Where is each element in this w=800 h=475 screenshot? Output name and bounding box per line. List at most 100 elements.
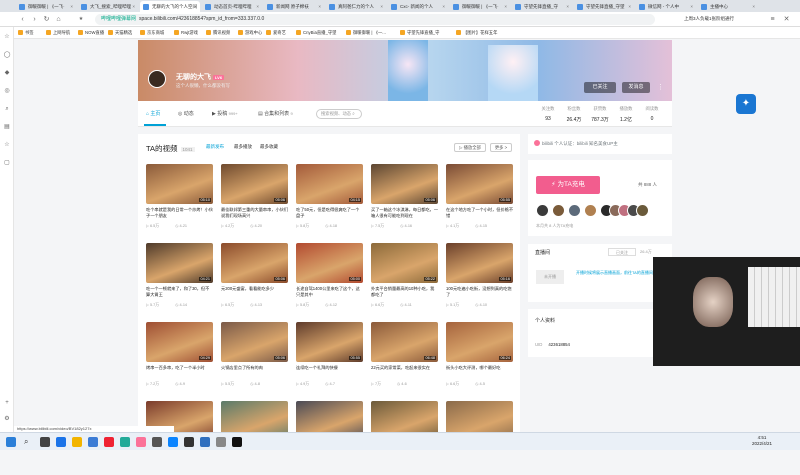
- chat-icon[interactable]: ◯: [3, 51, 11, 59]
- download-icon[interactable]: ▢: [3, 159, 11, 167]
- video-thumbnail[interactable]: 05:00: [296, 243, 363, 283]
- settings-side-icon[interactable]: ⚙: [3, 415, 11, 423]
- tab-close-icon[interactable]: ×: [132, 1, 135, 12]
- bookmark-item[interactable]: 书签: [18, 29, 34, 37]
- home-icon[interactable]: ⌂: [54, 15, 63, 24]
- video-thumbnail[interactable]: 05:55: [296, 322, 363, 362]
- video-thumbnail[interactable]: 05:06: [371, 164, 438, 204]
- video-thumbnail[interactable]: 04:21: [146, 243, 213, 283]
- video-card[interactable]: 05:00 长途自驾1400公里来吃了这个，这只是其中 ▷ 5.8万 ◷ 4-12: [296, 243, 363, 317]
- video-title[interactable]: 100元吃遍小吃街，没想到真的吃饱了: [446, 286, 513, 300]
- game-icon[interactable]: ◆: [3, 69, 11, 77]
- charge-button[interactable]: ⚡ 为TA充电: [536, 176, 600, 194]
- more-videos-button[interactable]: 更多 >: [490, 143, 512, 152]
- tab-close-icon[interactable]: ×: [752, 1, 755, 12]
- menu-icon[interactable]: ≡: [768, 15, 777, 24]
- video-title[interactable]: 烤串一百多串，吃了一个半小时: [146, 365, 213, 379]
- tab-collections[interactable]: ▤ 合集和列表 9: [258, 110, 293, 117]
- bookmark-item[interactable]: NOW直播: [78, 29, 104, 37]
- video-thumbnail[interactable]: 05:16: [446, 243, 513, 283]
- browser-tab[interactable]: 真阿爸仁力的个人 ×: [326, 1, 386, 12]
- browser-tab[interactable]: 守望先锋直播_守望 ×: [574, 1, 634, 12]
- search-side-icon[interactable]: ⌕: [3, 105, 11, 113]
- explorer-icon[interactable]: [72, 437, 82, 447]
- taskview-icon[interactable]: [40, 437, 50, 447]
- video-card[interactable]: 05:16 100元吃遍小吃街，没想到真的吃饱了 ▷ 5.1万 ◷ 4-10: [446, 243, 513, 317]
- stat-item[interactable]: 获赞数 787.3万: [590, 106, 610, 123]
- video-title[interactable]: 买了一箱这个冰淇淋，每日都吃，一箱人很有可能吃到现在: [371, 207, 438, 221]
- app-gray-icon[interactable]: [216, 437, 226, 447]
- play-all-button[interactable]: ▷ 播放全部: [454, 143, 486, 152]
- browser-tab[interactable]: 微信网 - 个人中 ×: [636, 1, 696, 12]
- fan-avatar[interactable]: [584, 204, 597, 217]
- video-card[interactable]: 04:15 吃了50元，但是吃得很爽吃了一个盘子 ▷ 5.8万 ◷ 4-18: [296, 164, 363, 238]
- avatar[interactable]: [148, 70, 166, 88]
- video-thumbnail[interactable]: 04:29: [146, 322, 213, 362]
- video-card[interactable]: 05:06 火锅店里点了所有的肉 ▷ 5.5万 ◷ 4-8: [221, 322, 288, 396]
- stat-item[interactable]: 阅读数 0: [642, 106, 662, 122]
- tab-close-icon[interactable]: ×: [194, 1, 197, 12]
- tab-dynamic[interactable]: ◎ 动态: [178, 110, 194, 117]
- star-side-icon[interactable]: ☆: [3, 141, 11, 149]
- system-clock[interactable]: 4:51 2022/4/21: [752, 435, 772, 447]
- followed-button[interactable]: 已关注: [584, 82, 616, 93]
- browser-tab[interactable]: 新闻网 原子棉袄 ×: [264, 1, 324, 12]
- video-title[interactable]: 元200元盛宴，看看能吃多少: [221, 286, 288, 300]
- video-card[interactable]: 05:06 最佳联邦第三重的大量串串，小伙们说我们现场高兴 ▷ 4.2万 ◷ 4-20: [221, 164, 288, 238]
- tab-close-icon[interactable]: ×: [504, 1, 507, 12]
- sort-newest[interactable]: 最新发布: [206, 144, 224, 150]
- store-icon[interactable]: [88, 437, 98, 447]
- fan-avatar[interactable]: [568, 204, 581, 217]
- browser-tab[interactable]: 御暖御暖 | 《一飞· ×: [16, 1, 76, 12]
- start-icon[interactable]: [6, 437, 16, 447]
- bookmark-item[interactable]: 上网导航: [46, 29, 70, 37]
- video-title[interactable]: 在这个地方吃了一个小时，但价格不错: [446, 207, 513, 221]
- qq-icon[interactable]: [168, 437, 178, 447]
- video-title[interactable]: 吃了50元，但是吃得很爽吃了一个盘子: [296, 207, 363, 221]
- video-card[interactable]: 05:06 元200元盛宴，看看能吃多少 ▷ 6.5万 ◷ 4-13: [221, 243, 288, 317]
- browser-tab[interactable]: 守望先锋直播_守 ×: [512, 1, 572, 12]
- video-title[interactable]: 吃个串就是我的日常一个炒烤！小伙子一个朋友: [146, 207, 213, 221]
- bookmark-item[interactable]: 守望先锋直播_守: [400, 29, 439, 37]
- app-dark-icon[interactable]: [232, 437, 242, 447]
- video-title[interactable]: 街头小吃大评测，哪个最好吃: [446, 365, 513, 379]
- edge-icon[interactable]: [56, 437, 66, 447]
- settings-taskbar-icon[interactable]: [152, 437, 162, 447]
- video-thumbnail[interactable]: 05:06: [221, 322, 288, 362]
- bookmark-item[interactable]: 腾讯视频: [206, 29, 230, 37]
- video-title[interactable]: 最佳联邦第三重的大量串串，小伙们说我们现场高兴: [221, 207, 288, 221]
- tab-close-icon[interactable]: ×: [690, 1, 693, 12]
- obs-icon[interactable]: [184, 437, 194, 447]
- search-taskbar-icon[interactable]: ⌕: [24, 437, 34, 447]
- weibo-icon[interactable]: ◎: [3, 87, 11, 95]
- browser-tab[interactable]: 主播中心 ×: [698, 1, 758, 12]
- browser-taskbar-icon[interactable]: [200, 437, 210, 447]
- browser-tab[interactable]: 御暖御暖 | 《一飞· ×: [450, 1, 510, 12]
- video-card[interactable]: 06:24 街头小吃大评测，哪个最好吃 ▷ 6.6万 ◷ 4-5: [446, 322, 513, 396]
- tab-close-icon[interactable]: ×: [318, 1, 321, 12]
- add-side-icon[interactable]: +: [3, 399, 11, 407]
- back-icon[interactable]: ‹: [18, 15, 27, 24]
- stat-item[interactable]: 播放数 1.2亿: [616, 106, 636, 123]
- fan-avatar[interactable]: [536, 204, 549, 217]
- video-card[interactable]: 05:06 买了一箱这个冰淇淋，每日都吃，一箱人很有可能吃到现在 ▷ 7.5万 ◷ 4…: [371, 164, 438, 238]
- fan-avatar[interactable]: [552, 204, 565, 217]
- sort-most-played[interactable]: 最多播放: [234, 144, 252, 150]
- fan-avatar[interactable]: [636, 204, 649, 217]
- video-thumbnail[interactable]: 05:06: [221, 243, 288, 283]
- bookmark-item[interactable]: Rwjt游戏: [174, 29, 198, 37]
- bilibili-icon[interactable]: [136, 437, 146, 447]
- video-card[interactable]: 05:10 吃个串就是我的日常一个炒烤！小伙子一个朋友 ▷ 6.5万 ◷ 4-21: [146, 164, 213, 238]
- app-red-icon[interactable]: [104, 437, 114, 447]
- floating-assistant-icon[interactable]: ✦: [736, 94, 756, 114]
- video-card[interactable]: 06:48 22元买的家常菜，吃起来很实在 ▷ 7万 ◷ 4-6: [371, 322, 438, 396]
- tab-close-icon[interactable]: ×: [566, 1, 569, 12]
- app-green-icon[interactable]: [120, 437, 130, 447]
- video-title[interactable]: 火锅店里点了所有的肉: [221, 365, 288, 379]
- video-thumbnail[interactable]: 05:06: [221, 164, 288, 204]
- collect-icon[interactable]: ☆: [3, 33, 11, 41]
- more-options-icon[interactable]: ⋮: [657, 82, 665, 93]
- video-card[interactable]: 04:29 烤串一百多串，吃了一个半小时 ▷ 7.2万 ◷ 4-9: [146, 322, 213, 396]
- reload-icon[interactable]: ↻: [42, 15, 51, 24]
- bookmark-item[interactable]: 御暖御暖 | 《一...: [346, 29, 386, 37]
